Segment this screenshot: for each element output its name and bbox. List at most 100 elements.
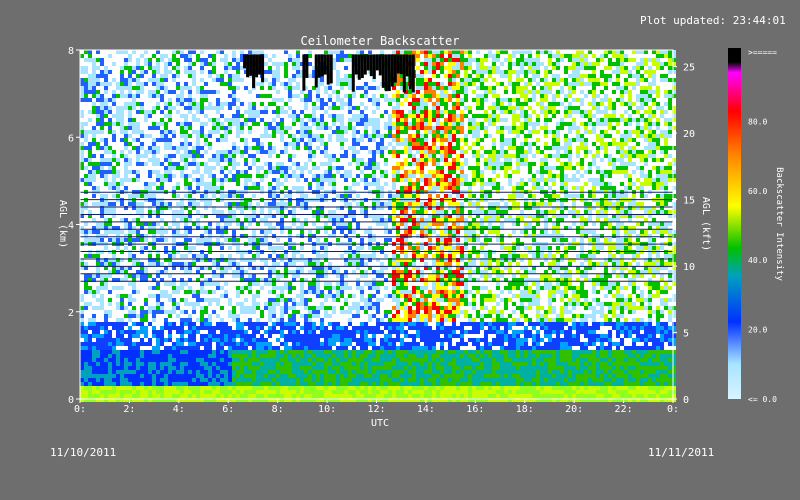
heatmap-cell bbox=[164, 370, 168, 374]
heatmap-cell bbox=[136, 322, 140, 326]
heatmap-cell bbox=[224, 286, 228, 290]
heatmap-cell bbox=[268, 354, 272, 358]
heatmap-cell bbox=[196, 162, 200, 166]
heatmap-cell bbox=[140, 50, 144, 54]
heatmap-cell bbox=[204, 246, 208, 250]
heatmap-cell bbox=[248, 238, 252, 242]
heatmap-cell bbox=[240, 322, 244, 326]
heatmap-cell bbox=[232, 354, 236, 358]
heatmap-cell bbox=[204, 54, 208, 58]
heatmap-cell bbox=[156, 182, 160, 186]
heatmap-cell bbox=[284, 286, 288, 290]
heatmap-cell bbox=[220, 330, 224, 334]
heatmap-cell bbox=[112, 90, 116, 94]
heatmap-cell bbox=[192, 82, 196, 86]
heatmap-cell bbox=[280, 146, 284, 150]
heatmap-cell bbox=[248, 122, 252, 126]
heatmap-cell bbox=[232, 302, 236, 306]
heatmap-cell bbox=[148, 62, 152, 66]
heatmap-cell bbox=[228, 74, 232, 78]
heatmap-cell bbox=[172, 166, 176, 170]
heatmap-cell bbox=[124, 186, 128, 190]
heatmap-cell bbox=[84, 282, 88, 286]
heatmap-cell bbox=[96, 354, 100, 358]
heatmap-cell bbox=[240, 114, 244, 118]
heatmap-cell bbox=[156, 358, 160, 362]
heatmap-cell bbox=[104, 346, 108, 350]
heatmap-cell bbox=[176, 306, 180, 310]
heatmap-cell bbox=[304, 170, 308, 174]
heatmap-cell bbox=[148, 110, 152, 114]
heatmap-cell bbox=[236, 78, 240, 82]
heatmap-cell bbox=[192, 122, 196, 126]
heatmap-cell bbox=[244, 146, 248, 150]
heatmap-cell bbox=[272, 254, 276, 258]
heatmap-cell bbox=[96, 122, 100, 126]
heatmap-cell bbox=[244, 302, 248, 306]
heatmap-cell bbox=[92, 98, 96, 102]
heatmap-cell bbox=[112, 358, 116, 362]
heatmap-cell bbox=[228, 358, 232, 362]
heatmap-cell bbox=[204, 302, 208, 306]
heatmap-cell bbox=[104, 222, 108, 226]
heatmap-cell bbox=[288, 106, 292, 110]
heatmap-cell bbox=[280, 262, 284, 266]
heatmap-cell bbox=[140, 178, 144, 182]
heatmap-cell bbox=[260, 130, 264, 134]
heatmap-cell bbox=[208, 134, 212, 138]
heatmap-cell bbox=[168, 50, 172, 54]
heatmap-cell bbox=[272, 110, 276, 114]
heatmap-cell bbox=[236, 174, 240, 178]
heatmap-cell bbox=[120, 62, 124, 66]
heatmap-cell bbox=[224, 354, 228, 358]
heatmap-cell bbox=[272, 142, 276, 146]
heatmap-cell bbox=[116, 338, 120, 342]
heatmap-cell bbox=[220, 238, 224, 242]
heatmap-cell bbox=[80, 378, 84, 382]
heatmap-cell bbox=[216, 374, 220, 378]
heatmap-cell bbox=[224, 230, 228, 234]
heatmap-cell bbox=[280, 202, 284, 206]
heatmap-cell bbox=[132, 138, 136, 142]
heatmap-cell bbox=[296, 150, 300, 154]
heatmap-cell bbox=[112, 118, 116, 122]
heatmap-cell bbox=[172, 94, 176, 98]
heatmap-cell bbox=[80, 210, 84, 214]
heatmap-cell bbox=[120, 114, 124, 118]
heatmap-cell bbox=[220, 194, 224, 198]
heatmap-cell bbox=[128, 94, 132, 98]
heatmap-cell bbox=[152, 114, 156, 118]
heatmap-cell bbox=[224, 326, 228, 330]
heatmap-cell bbox=[228, 186, 232, 190]
heatmap-cell bbox=[140, 110, 144, 114]
heatmap-cell bbox=[112, 94, 116, 98]
heatmap-cell bbox=[96, 286, 100, 290]
heatmap-cell bbox=[136, 326, 140, 330]
heatmap-cell bbox=[92, 162, 96, 166]
heatmap-cell bbox=[164, 82, 168, 86]
heatmap-cell bbox=[228, 78, 232, 82]
heatmap-cell bbox=[284, 94, 288, 98]
heatmap-cell bbox=[212, 394, 216, 398]
heatmap-cell bbox=[132, 170, 136, 174]
heatmap-cell bbox=[80, 102, 84, 106]
heatmap-cell bbox=[296, 286, 300, 290]
heatmap-cell bbox=[160, 322, 164, 326]
heatmap-cell bbox=[276, 238, 280, 242]
heatmap-cell bbox=[272, 186, 276, 190]
heatmap-cell bbox=[104, 194, 108, 198]
heatmap-cell bbox=[120, 302, 124, 306]
heatmap-cell bbox=[92, 286, 96, 290]
heatmap-cell bbox=[168, 314, 172, 318]
heatmap-cell bbox=[176, 66, 180, 70]
heatmap-cell bbox=[244, 290, 248, 294]
heatmap-cell bbox=[192, 290, 196, 294]
heatmap-cell bbox=[148, 326, 152, 330]
heatmap-cell bbox=[148, 302, 152, 306]
heatmap-cell bbox=[140, 318, 144, 322]
heatmap-cell bbox=[128, 330, 132, 334]
heatmap-cell bbox=[260, 234, 264, 238]
heatmap-cell bbox=[264, 234, 268, 238]
heatmap-cell bbox=[108, 354, 112, 358]
heatmap-cell bbox=[264, 290, 268, 294]
